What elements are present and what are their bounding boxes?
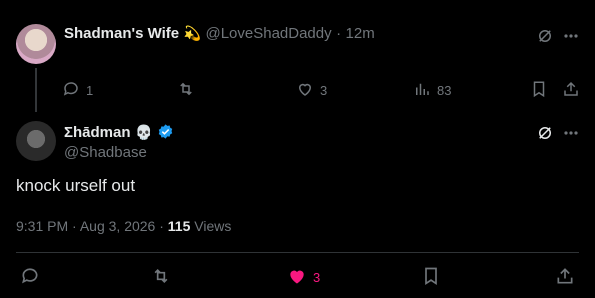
main-author: Σhādman 💀 [64, 123, 174, 142]
tweet-time[interactable]: 9:31 PM [16, 218, 68, 234]
views-label: Views [194, 218, 232, 234]
handle[interactable]: @Shadbase [64, 144, 147, 161]
reply-header: Shadman's Wife 💫 @LoveShadDaddy · 12m [64, 25, 375, 43]
tweet-date[interactable]: Aug 3, 2026 [80, 218, 156, 234]
retweet-button[interactable] [150, 266, 172, 289]
handle[interactable]: @LoveShadDaddy [205, 25, 331, 42]
more-options-icon[interactable] [563, 29, 579, 48]
reply-icon [62, 80, 80, 101]
view-count: 83 [437, 83, 452, 98]
share-button[interactable] [555, 266, 575, 289]
like-button[interactable]: 3 [287, 266, 320, 289]
bookmark-button[interactable] [531, 80, 547, 101]
avatar[interactable] [16, 24, 56, 64]
share-icon [555, 266, 575, 289]
view-count: 115 [167, 218, 191, 234]
bookmark-button[interactable] [422, 266, 440, 289]
more-options-icon[interactable] [563, 126, 579, 145]
tweet-meta: 9:31 PM · Aug 3, 2026 · 115 Views [16, 218, 231, 234]
name-emoji: 💀 [134, 124, 153, 140]
share-button[interactable] [562, 80, 580, 101]
like-count: 3 [320, 83, 328, 98]
tweet-text: knock urself out [16, 176, 136, 195]
reply-button[interactable]: 1 [62, 80, 93, 101]
grok-icon[interactable] [536, 124, 554, 147]
heart-icon [296, 80, 314, 101]
views-button[interactable]: 83 [413, 80, 451, 101]
retweet-icon [176, 80, 196, 101]
like-button[interactable]: 3 [296, 80, 327, 101]
display-name[interactable]: Shadman's Wife [64, 25, 179, 42]
reply-button[interactable] [20, 266, 40, 289]
bookmark-icon [531, 80, 547, 101]
bookmark-icon [422, 266, 440, 289]
name-emoji: 💫 [183, 25, 202, 41]
reply-icon [20, 266, 40, 289]
separator: · [72, 218, 77, 234]
thread-connector [35, 68, 37, 112]
heart-filled-icon [287, 266, 307, 289]
display-name[interactable]: Σhādman [64, 124, 131, 141]
timestamp[interactable]: 12m [346, 25, 375, 42]
analytics-icon [413, 80, 431, 101]
retweet-icon [150, 266, 172, 289]
separator: · [336, 25, 342, 42]
separator: · [159, 218, 164, 234]
verified-badge-icon[interactable] [157, 123, 174, 140]
divider [16, 252, 579, 253]
avatar[interactable] [16, 121, 56, 161]
grok-icon[interactable] [536, 27, 554, 50]
retweet-button[interactable] [176, 80, 196, 101]
share-icon [562, 80, 580, 101]
reply-count: 1 [86, 83, 94, 98]
like-count: 3 [313, 270, 321, 285]
